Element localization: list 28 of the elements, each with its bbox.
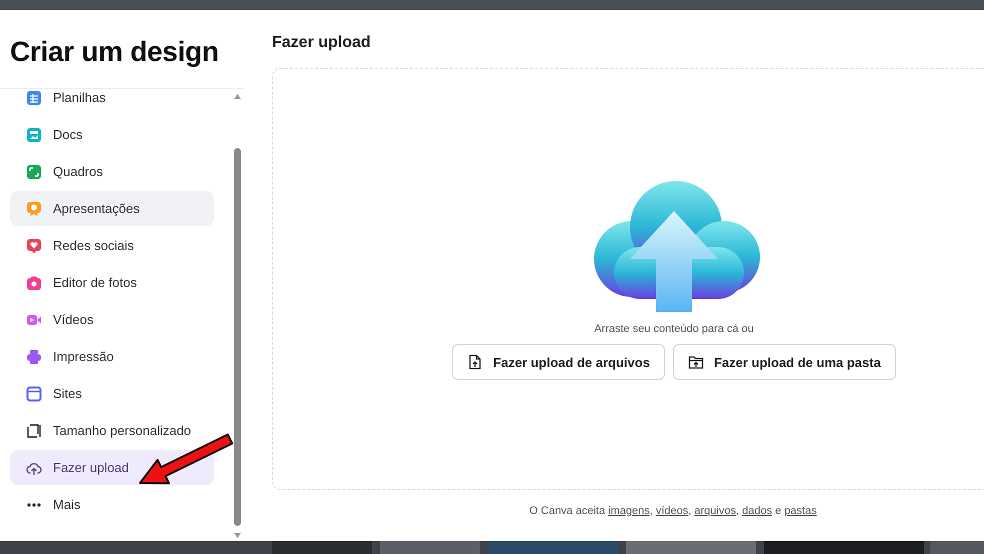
sidebar-item[interactable]: Apresentações [10,191,214,226]
sidebar-item[interactable]: Docs [10,117,214,152]
sidebar-item[interactable]: Impressão [10,339,214,374]
sidebar-item[interactable]: Vídeos [10,302,214,337]
upload-files-button[interactable]: Fazer upload de arquivos [452,344,665,380]
file-type-link[interactable]: pastas [784,505,817,517]
scroll-up-icon[interactable] [232,93,242,100]
scroll-down-icon[interactable] [232,532,242,539]
sidebar-item[interactable]: Redes sociais [10,228,214,263]
file-type-link[interactable]: imagens [608,505,650,517]
dialog-title: Criar um design [9,35,220,69]
scrollbar-thumb[interactable] [234,148,240,526]
folder-upload-icon [688,354,704,370]
drop-hint: Arraste seu conteúdo para cá ou [594,323,754,335]
file-type-link[interactable]: dados [742,505,772,517]
section-title: Fazer upload [272,34,372,53]
sidebar-item[interactable]: Sites [10,376,214,411]
file-upload-icon [467,354,484,370]
accepted-types-note: O Canva aceita imagens, vídeos, arquivos, dados e pastas [528,505,818,517]
sidebar-item[interactable]: Planilhas [10,89,214,115]
sidebar-item[interactable]: Tamanho personalizado [10,413,214,448]
sidebar-item[interactable]: Quadros [10,154,214,189]
sidebar-item[interactable]: Mais [10,487,214,522]
file-type-link[interactable]: vídeos [656,505,688,517]
sidebar-item[interactable]: Editor de fotos [10,265,214,300]
upload-folder-button[interactable]: Fazer upload de uma pasta [672,344,896,380]
file-type-link[interactable]: arquivos [694,505,736,517]
drop-zone[interactable]: Arraste seu conteúdo para cá ou Fazer upload de arquivos Fazer upload de uma pasta [272,68,984,490]
